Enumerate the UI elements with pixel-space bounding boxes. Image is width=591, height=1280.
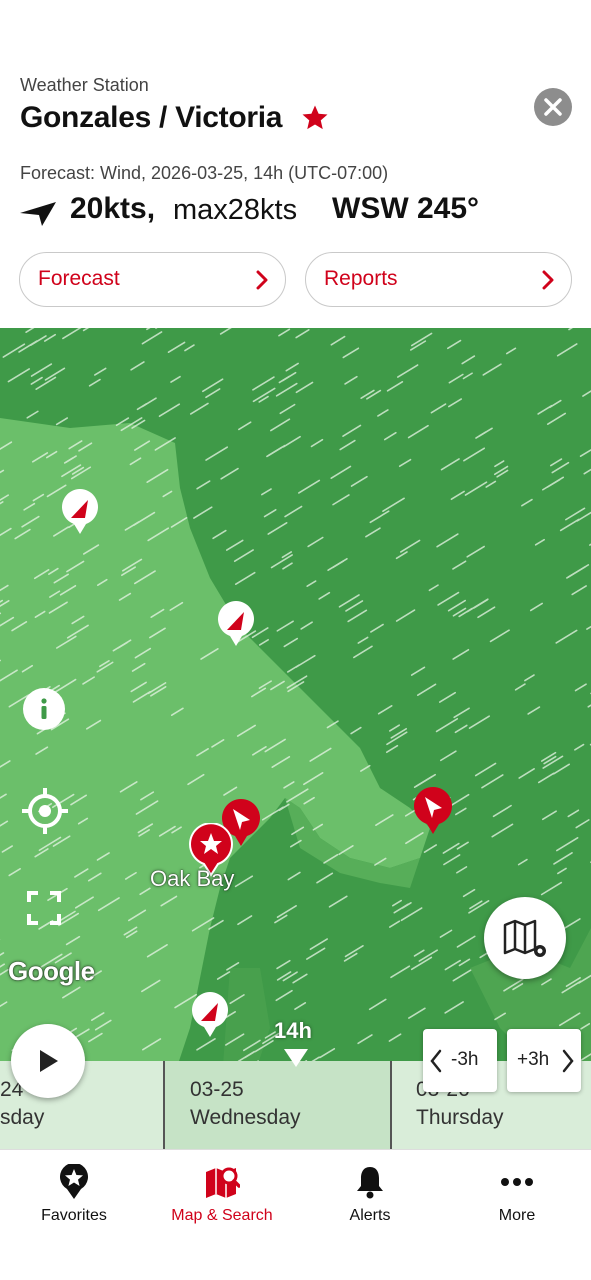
time-marker-icon[interactable] <box>282 1047 310 1069</box>
wind-summary: 20kts, max28kts WSW 245° <box>20 192 580 232</box>
timeline-weekday: Wednesday <box>190 1106 301 1129</box>
timeline-weekday: Thursday <box>416 1106 504 1129</box>
plus-3h-label: +3h <box>517 1049 550 1070</box>
play-button[interactable] <box>11 1024 85 1098</box>
station-marker-icon[interactable] <box>60 488 100 536</box>
google-attribution: Google <box>8 956 95 986</box>
forecast-timeline[interactable]: 24 sday 03-25 Wednesday 03-26 Thursday <box>0 1061 591 1149</box>
star-icon[interactable] <box>300 103 330 133</box>
nav-map-search[interactable]: Map & Search <box>148 1150 296 1240</box>
map-settings-button[interactable] <box>484 897 566 979</box>
nav-label: Map & Search <box>171 1207 273 1224</box>
station-marker-icon[interactable] <box>190 991 230 1039</box>
station-type: Weather Station <box>20 75 149 95</box>
chevron-right-icon <box>542 270 554 290</box>
plus-3h-button[interactable]: +3h <box>507 1029 581 1092</box>
map-gear-icon <box>503 919 546 957</box>
minus-3h-button[interactable]: -3h <box>423 1029 497 1092</box>
minus-3h-label: -3h <box>451 1049 479 1070</box>
reports-button[interactable]: Reports <box>305 252 572 307</box>
nav-label: Favorites <box>41 1207 107 1224</box>
station-header: Weather Station Gonzales / Victoria Fore… <box>0 0 591 328</box>
info-icon <box>41 698 47 719</box>
forecast-button-label: Forecast <box>38 267 120 290</box>
wind-marker-icon[interactable] <box>412 786 454 836</box>
map-search-icon <box>206 1167 240 1198</box>
bell-icon <box>357 1167 383 1199</box>
place-label: Oak Bay <box>150 866 235 891</box>
locate-icon[interactable] <box>20 786 70 836</box>
star-pin-icon <box>60 1164 88 1199</box>
nav-more[interactable]: More <box>443 1150 591 1240</box>
wind-arrow-icon <box>20 202 56 226</box>
info-button[interactable] <box>23 688 65 730</box>
timeline-date: 03-25 <box>190 1078 244 1101</box>
nav-label: Alerts <box>349 1207 391 1224</box>
fullscreen-icon[interactable] <box>26 890 62 926</box>
chevron-right-icon <box>256 270 268 290</box>
wind-speed: 20kts, <box>70 192 156 225</box>
nav-favorites[interactable]: Favorites <box>0 1150 148 1240</box>
close-button[interactable] <box>534 88 572 126</box>
wind-direction: WSW 245° <box>332 192 480 225</box>
nav-label: More <box>498 1207 536 1224</box>
station-name: Gonzales / Victoria <box>20 101 283 134</box>
wind-max: max28kts <box>173 194 298 226</box>
play-icon <box>40 1050 58 1072</box>
bottom-navigation: Favorites Map & Search Alerts More <box>0 1149 591 1280</box>
forecast-description: Forecast: Wind, 2026-03-25, 14h (UTC-07:… <box>20 163 389 183</box>
station-marker-icon[interactable] <box>216 600 256 648</box>
reports-button-label: Reports <box>324 267 398 290</box>
timeline-day-selected[interactable]: 03-25 Wednesday <box>163 1061 391 1149</box>
nav-alerts[interactable]: Alerts <box>296 1150 444 1240</box>
close-icon <box>544 98 562 116</box>
chevron-left-icon <box>430 1049 442 1073</box>
chevron-right-icon <box>562 1049 574 1073</box>
time-marker-label: 14h <box>274 1018 312 1043</box>
more-dots-icon <box>501 1178 533 1186</box>
forecast-button[interactable]: Forecast <box>19 252 286 307</box>
timeline-weekday: sday <box>0 1106 45 1129</box>
